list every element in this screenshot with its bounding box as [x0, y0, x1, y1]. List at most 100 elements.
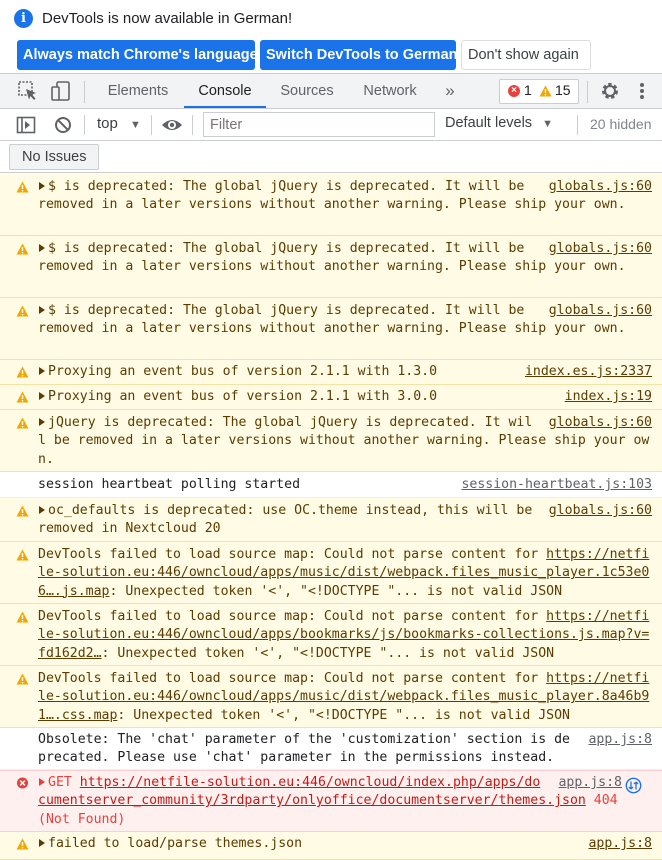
filter-input[interactable]: [203, 112, 435, 137]
warning-icon: [16, 838, 29, 850]
infobar-message: DevTools is now available in German!: [42, 10, 293, 27]
console-message-warning[interactable]: index.es.js:2337 Proxying an event bus of…: [0, 360, 662, 385]
log-levels-dropdown[interactable]: Default levels ▼: [445, 115, 553, 131]
message-text: Proxying an event bus of version 2.1.1 w…: [48, 389, 438, 404]
message-text-suffix: : Unexpected token '<', "<!DOCTYPE "... …: [109, 583, 563, 599]
expand-triangle-icon[interactable]: [39, 244, 45, 252]
warning-icon: [16, 243, 29, 255]
expand-triangle-icon[interactable]: [39, 418, 45, 426]
warning-icon: [539, 85, 552, 97]
dropdown-arrow-icon: ▼: [130, 119, 141, 131]
warning-count: 15: [555, 82, 571, 98]
message-text: $ is deprecated: The global jQuery is de…: [38, 179, 626, 213]
live-expression-eye-icon[interactable]: [161, 116, 183, 134]
tab-sources[interactable]: Sources: [272, 74, 342, 108]
message-text: oc_defaults is deprecated: use OC.theme …: [38, 503, 541, 537]
message-source-link[interactable]: app.js:8: [588, 835, 652, 853]
log-levels-label: Default levels: [445, 115, 533, 131]
switch-to-german-button[interactable]: Switch DevTools to German: [260, 40, 458, 70]
message-source-link[interactable]: globals.js:60: [549, 414, 652, 432]
error-icon: ×: [508, 85, 520, 97]
gear-icon[interactable]: [599, 80, 621, 102]
warning-icon: [16, 417, 29, 429]
language-infobar: i DevTools is now available in German! A…: [0, 0, 662, 73]
console-messages: globals.js:60 $ is deprecated: The global…: [0, 174, 662, 860]
message-source-link[interactable]: globals.js:60: [549, 240, 652, 258]
expand-triangle-icon[interactable]: [39, 367, 45, 375]
expand-triangle-icon[interactable]: [39, 392, 45, 400]
warning-icon: [16, 366, 29, 378]
devtools-tabbar: Elements Console Sources Network » × 1 1…: [0, 73, 662, 109]
console-message-warning[interactable]: globals.js:60 jQuery is deprecated: The g…: [0, 410, 662, 472]
error-count: 1: [524, 82, 532, 98]
context-selector[interactable]: top ▼: [97, 115, 141, 132]
message-text-suffix: : Unexpected token '<', "<!DOCTYPE "... …: [117, 707, 570, 723]
message-source-link[interactable]: app.js:8: [558, 774, 622, 792]
error-icon: [16, 777, 29, 789]
warning-icon: [16, 549, 29, 561]
warning-icon: [16, 181, 29, 193]
expand-triangle-icon[interactable]: [39, 506, 45, 514]
issues-bar: No Issues: [0, 141, 662, 173]
console-message-warning[interactable]: globals.js:60 oc_defaults is deprecated: …: [0, 498, 662, 542]
request-method: GET: [48, 775, 72, 790]
console-message-warning[interactable]: globals.js:60 $ is deprecated: The global…: [0, 236, 662, 298]
message-source-link[interactable]: index.es.js:2337: [525, 363, 652, 381]
message-text: $ is deprecated: The global jQuery is de…: [38, 241, 626, 275]
clear-console-icon[interactable]: [53, 115, 73, 135]
context-label: top: [97, 115, 118, 132]
message-source-link[interactable]: index.js:19: [565, 388, 652, 406]
console-toolbar: top ▼ Default levels ▼ 20 hidden: [0, 109, 662, 141]
dont-show-again-button[interactable]: Don't show again: [461, 40, 591, 70]
warning-icon: [16, 505, 29, 517]
message-source-link[interactable]: globals.js:60: [549, 178, 652, 196]
always-match-language-button[interactable]: Always match Chrome's language: [17, 40, 258, 70]
message-text: Obsolete: The 'chat' parameter of the 'c…: [38, 732, 570, 766]
expand-triangle-icon[interactable]: [39, 182, 45, 190]
info-icon: i: [14, 9, 33, 28]
console-message-warning[interactable]: DevTools failed to load source map: Coul…: [0, 542, 662, 604]
message-text: DevTools failed to load source map: Coul…: [38, 547, 547, 562]
request-url-link[interactable]: https://netfile-solution.eu:446/owncloud…: [38, 775, 586, 808]
more-options-icon[interactable]: [636, 80, 648, 102]
message-text: failed to load/parse themes.json: [48, 836, 303, 851]
hidden-messages-count: 20 hidden: [590, 116, 652, 132]
issues-counter[interactable]: × 1 15: [499, 79, 579, 104]
console-message-error[interactable]: app.js:8 GET https://netfile-solution.eu:…: [0, 770, 662, 832]
console-message-warning[interactable]: globals.js:60 $ is deprecated: The global…: [0, 298, 662, 360]
console-message-warning[interactable]: DevTools failed to load source map: Coul…: [0, 666, 662, 728]
message-text: Proxying an event bus of version 2.1.1 w…: [48, 364, 438, 379]
expand-triangle-icon[interactable]: [39, 778, 45, 786]
sidebar-toggle-icon[interactable]: [16, 115, 36, 135]
message-text: DevTools failed to load source map: Coul…: [38, 609, 547, 624]
expand-triangle-icon[interactable]: [39, 306, 45, 314]
network-request-icon[interactable]: [625, 777, 642, 794]
message-text: $ is deprecated: The global jQuery is de…: [38, 303, 626, 337]
warning-icon: [16, 611, 29, 623]
console-message-info[interactable]: app.js:8 Obsolete: The 'chat' parameter o…: [0, 728, 662, 770]
more-tabs-button[interactable]: »: [438, 74, 462, 108]
dropdown-arrow-icon: ▼: [542, 118, 553, 130]
console-message-warning[interactable]: index.js:19 Proxying an event bus of vers…: [0, 385, 662, 410]
message-source-link[interactable]: session-heartbeat.js:103: [461, 476, 652, 494]
no-issues-button[interactable]: No Issues: [9, 144, 100, 170]
console-message-warning[interactable]: globals.js:60 $ is deprecated: The global…: [0, 174, 662, 236]
device-toolbar-icon[interactable]: [50, 80, 72, 102]
warning-icon: [16, 391, 29, 403]
console-message-info[interactable]: session-heartbeat.js:103 session heartbea…: [0, 472, 662, 498]
message-text-suffix: : Unexpected token '<', "<!DOCTYPE "... …: [101, 645, 555, 661]
console-message-warning[interactable]: app.js:8 failed to load/parse themes.json: [0, 832, 662, 860]
tab-console[interactable]: Console: [184, 74, 266, 108]
tab-network[interactable]: Network: [352, 74, 428, 108]
warning-icon: [16, 673, 29, 685]
console-message-warning[interactable]: DevTools failed to load source map: Coul…: [0, 604, 662, 666]
tab-elements[interactable]: Elements: [97, 74, 179, 108]
message-text: session heartbeat polling started: [38, 477, 301, 492]
message-source-link[interactable]: app.js:8: [588, 731, 652, 749]
message-text: DevTools failed to load source map: Coul…: [38, 671, 547, 686]
expand-triangle-icon[interactable]: [39, 839, 45, 847]
message-source-link[interactable]: globals.js:60: [549, 502, 652, 520]
inspect-element-icon[interactable]: [17, 80, 39, 102]
warning-icon: [16, 305, 29, 317]
message-source-link[interactable]: globals.js:60: [549, 302, 652, 320]
